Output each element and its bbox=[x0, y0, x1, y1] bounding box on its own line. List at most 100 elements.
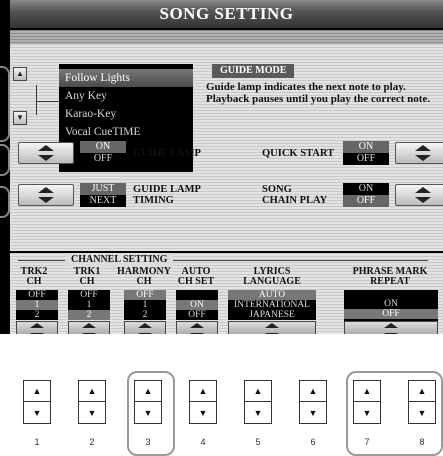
harmony-ch-arrows[interactable] bbox=[124, 321, 166, 334]
harmony-ch-header: HARMONY CH bbox=[116, 267, 172, 287]
lcd-screen: SONG SETTING ▲ ▼ Follow Lights Any Key K… bbox=[0, 0, 443, 334]
hw-button-6[interactable]: ▲ ▼ bbox=[299, 380, 327, 424]
trk1-ch-arrows[interactable] bbox=[68, 321, 110, 334]
triangle-down-icon: ▼ bbox=[308, 407, 318, 418]
hw-down-button-7[interactable]: ▼ bbox=[354, 402, 380, 423]
triangle-down-icon: ▼ bbox=[16, 113, 24, 122]
hw-button-label: 3 bbox=[145, 437, 151, 447]
hw-up-button-5[interactable]: ▲ bbox=[245, 381, 271, 402]
lyrics-language-values[interactable]: AUTO INTERNATIONAL JAPANESE bbox=[228, 290, 316, 320]
screen-title: SONG SETTING bbox=[10, 0, 443, 28]
timing-next: NEXT bbox=[89, 195, 117, 206]
auto-val bbox=[176, 290, 218, 300]
song-setting-panel: ▲ ▼ Follow Lights Any Key Karao-Key Voca… bbox=[10, 44, 443, 251]
hw-down-button-8[interactable]: ▼ bbox=[409, 402, 435, 423]
guide-mode-option[interactable]: Vocal CueTIME bbox=[59, 123, 193, 141]
harmony-val: OFF bbox=[124, 290, 166, 300]
hw-button-7[interactable]: ▲ ▼ bbox=[353, 380, 381, 424]
trk2-ch-values[interactable]: OFF 1 2 bbox=[16, 290, 58, 320]
hw-up-button-1[interactable]: ▲ bbox=[24, 381, 50, 402]
guide-lamp-label: GUIDE LAMP bbox=[133, 148, 201, 159]
hw-button-8[interactable]: ▲ ▼ bbox=[408, 380, 436, 424]
triangle-down-icon: ▼ bbox=[253, 407, 263, 418]
auto-ch-set-values[interactable]: ON OFF bbox=[176, 290, 218, 320]
triangle-down-icon: ▼ bbox=[198, 407, 208, 418]
quick-start-updown-button[interactable] bbox=[395, 142, 443, 164]
lyrics-language-header: LYRICS LANGUAGE bbox=[224, 267, 320, 287]
phrase-mark-repeat-arrows[interactable] bbox=[344, 321, 438, 334]
guide-mode-option[interactable]: Any Key bbox=[59, 87, 193, 105]
hw-button-2[interactable]: ▲ ▼ bbox=[78, 380, 106, 424]
triangle-up-icon: ▲ bbox=[417, 386, 427, 396]
trk2-val: OFF bbox=[28, 290, 46, 300]
trk1-val: OFF bbox=[80, 290, 98, 300]
triangle-up-icon: ▲ bbox=[143, 386, 153, 396]
guide-lamp-timing-label-line1: GUIDE LAMP bbox=[133, 184, 201, 195]
trk2-head2: CH bbox=[26, 276, 42, 287]
trk1-val: 1 bbox=[86, 300, 92, 310]
hw-down-button-4[interactable]: ▼ bbox=[190, 402, 216, 423]
hw-up-button-7[interactable]: ▲ bbox=[354, 381, 380, 402]
lyrics-val: INTERNATIONAL bbox=[234, 300, 310, 310]
hw-down-button-2[interactable]: ▼ bbox=[79, 402, 105, 423]
hw-button-5[interactable]: ▲ ▼ bbox=[244, 380, 272, 424]
hw-button-3[interactable]: ▲ ▼ bbox=[134, 380, 162, 424]
guide-lamp-off: OFF bbox=[93, 153, 113, 164]
song-chain-play-toggle[interactable]: ON OFF bbox=[343, 183, 389, 207]
hw-button-label: 2 bbox=[89, 437, 95, 447]
hw-down-button-5[interactable]: ▼ bbox=[245, 402, 271, 423]
quick-start-label: QUICK START bbox=[262, 148, 335, 159]
phrase-mark-repeat-values[interactable]: ON OFF bbox=[344, 290, 438, 321]
triangle-up-icon: ▲ bbox=[87, 386, 97, 396]
list-down-button[interactable]: ▼ bbox=[13, 111, 27, 125]
lyrics-language-arrows[interactable] bbox=[228, 321, 316, 334]
triangle-down-icon: ▼ bbox=[143, 407, 153, 418]
hw-up-button-3[interactable]: ▲ bbox=[135, 381, 161, 402]
triangle-up-icon: ▲ bbox=[253, 386, 263, 396]
hw-button-1[interactable]: ▲ ▼ bbox=[23, 380, 51, 424]
trk2-ch-arrows[interactable] bbox=[16, 321, 58, 334]
harmony-head2: CH bbox=[136, 276, 152, 287]
triangle-up-icon: ▲ bbox=[32, 386, 42, 396]
guide-lamp-updown-button[interactable] bbox=[18, 142, 74, 164]
hw-up-button-4[interactable]: ▲ bbox=[190, 381, 216, 402]
guide-lamp-timing-toggle[interactable]: JUST NEXT bbox=[80, 183, 126, 207]
song-chain-play-label-line2: CHAIN PLAY bbox=[262, 195, 328, 206]
trk1-ch-values[interactable]: OFF 1 2 bbox=[68, 290, 110, 320]
trk2-val: 1 bbox=[16, 300, 58, 310]
timing-just: JUST bbox=[80, 183, 126, 195]
triangle-down-icon: ▼ bbox=[417, 407, 427, 418]
lyrics-val: AUTO bbox=[228, 290, 316, 300]
triangle-down-icon: ▼ bbox=[87, 407, 97, 418]
guide-lamp-timing-updown-button[interactable] bbox=[18, 184, 74, 206]
hw-up-button-6[interactable]: ▲ bbox=[300, 381, 326, 402]
song-chain-play-label: SONG CHAIN PLAY bbox=[262, 184, 327, 206]
guide-lamp-on: ON bbox=[80, 141, 126, 153]
auto-ch-set-arrows[interactable] bbox=[176, 321, 218, 334]
list-up-button[interactable]: ▲ bbox=[13, 67, 27, 81]
list-connector-horizontal bbox=[36, 101, 59, 102]
list-connector bbox=[36, 85, 37, 115]
hw-down-button-3[interactable]: ▼ bbox=[135, 402, 161, 423]
trk2-ch-header: TRK2 CH bbox=[14, 267, 54, 287]
harmony-ch-values[interactable]: OFF 1 2 bbox=[124, 290, 166, 320]
triangle-down-icon: ▼ bbox=[32, 407, 42, 418]
guide-lamp-toggle[interactable]: ON OFF bbox=[80, 141, 126, 165]
quick-start-off: OFF bbox=[356, 153, 376, 164]
song-chain-play-updown-button[interactable] bbox=[395, 184, 443, 206]
phrase-mark-repeat-header: PHRASE MARK REPEAT bbox=[340, 267, 440, 287]
lyrics-val: JAPANESE bbox=[249, 310, 295, 320]
hw-button-4[interactable]: ▲ ▼ bbox=[189, 380, 217, 424]
hw-up-button-2[interactable]: ▲ bbox=[79, 381, 105, 402]
title-stripe bbox=[10, 30, 443, 44]
trk1-val: 2 bbox=[68, 310, 110, 320]
hw-down-button-6[interactable]: ▼ bbox=[300, 402, 326, 423]
guide-mode-option[interactable]: Follow Lights bbox=[59, 69, 193, 87]
quick-start-toggle[interactable]: ON OFF bbox=[343, 141, 389, 165]
guide-mode-label: GUIDE MODE bbox=[212, 64, 295, 78]
chain-play-off: OFF bbox=[343, 195, 389, 207]
hw-up-button-8[interactable]: ▲ bbox=[409, 381, 435, 402]
hw-down-button-1[interactable]: ▼ bbox=[24, 402, 50, 423]
guide-mode-option[interactable]: Karao-Key bbox=[59, 105, 193, 123]
hw-button-label: 5 bbox=[255, 437, 261, 447]
